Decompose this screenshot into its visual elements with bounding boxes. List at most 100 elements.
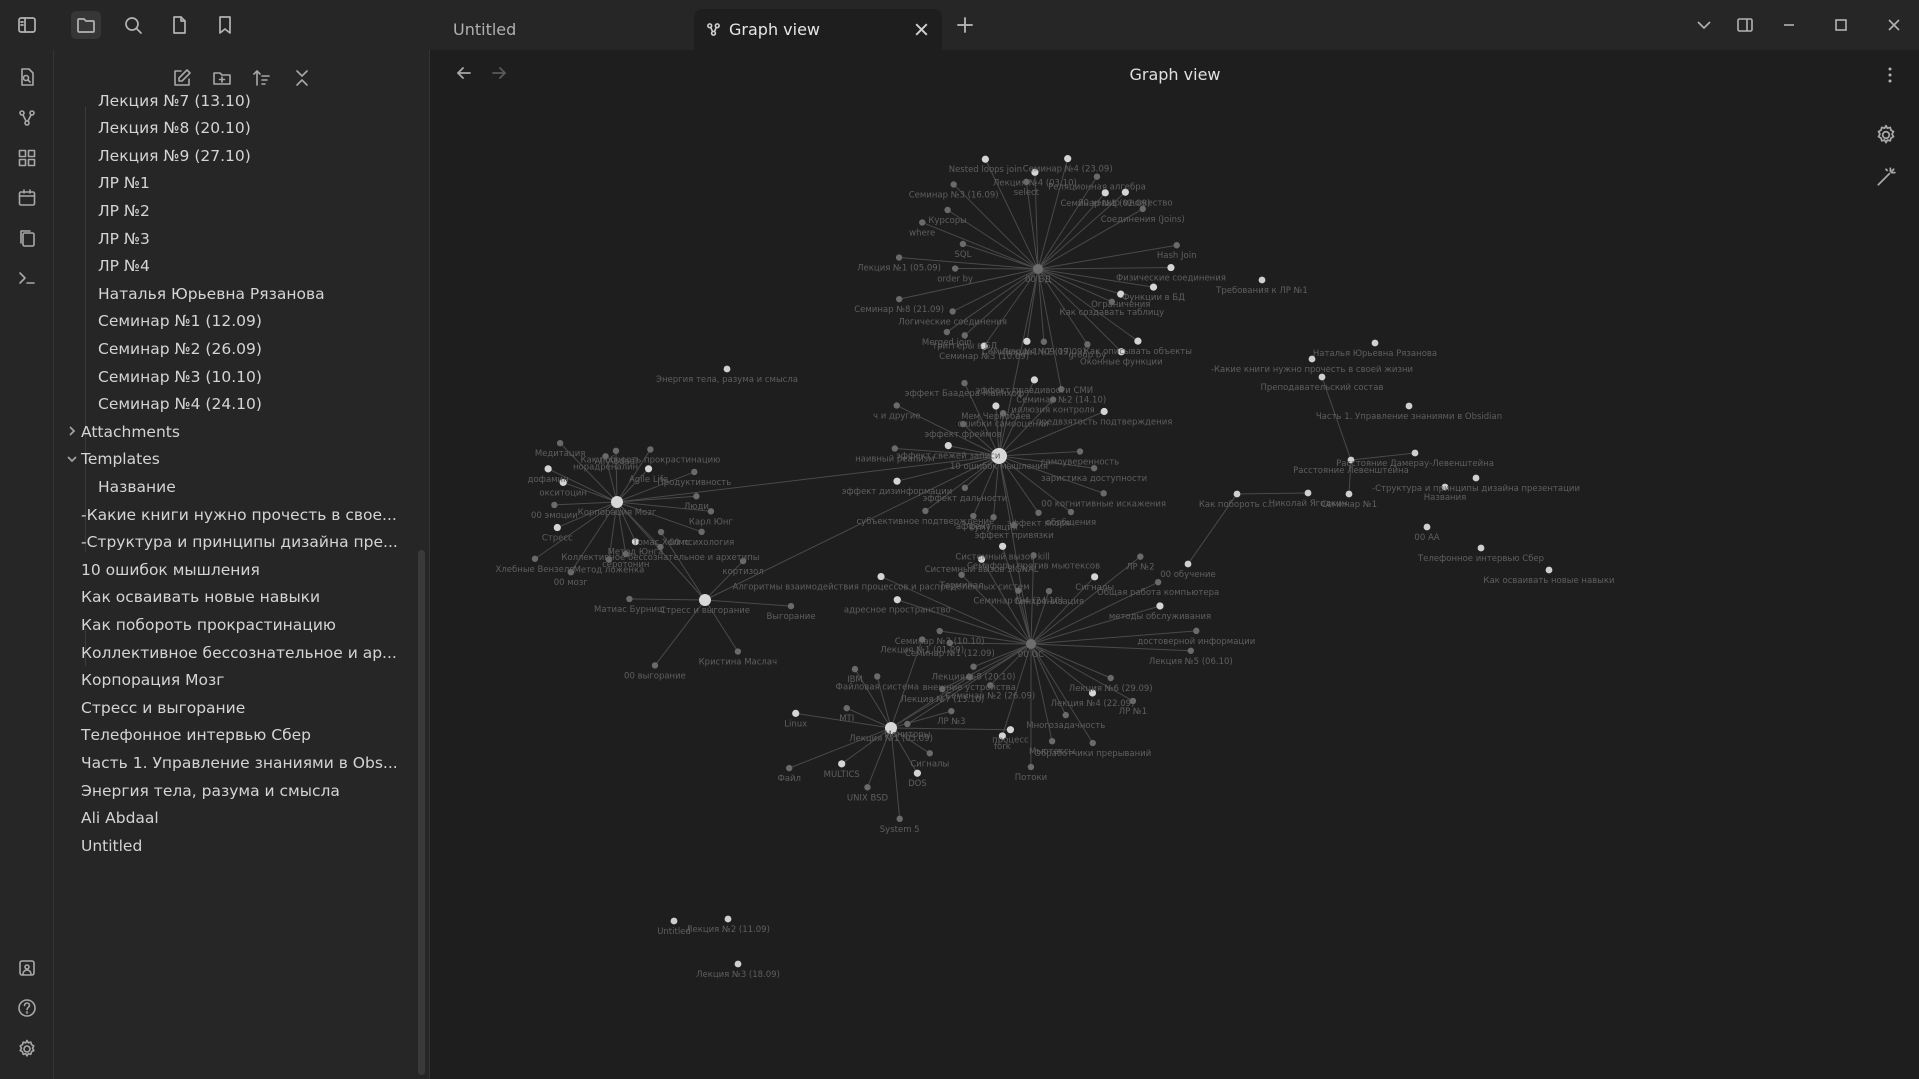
tab-untitled[interactable]: Untitled xyxy=(433,9,683,50)
new-tab-plus-icon[interactable] xyxy=(954,14,978,38)
graph-node[interactable] xyxy=(657,528,665,536)
graph-node[interactable] xyxy=(723,365,731,373)
graph-node[interactable] xyxy=(1076,448,1084,455)
close-icon[interactable] xyxy=(913,21,930,38)
graph-node[interactable] xyxy=(1027,763,1035,771)
graph-node[interactable] xyxy=(896,815,903,823)
graph-node[interactable] xyxy=(1472,474,1480,482)
file-item[interactable]: Наталья Юрьевна Рязанова xyxy=(98,280,325,307)
graph-node[interactable] xyxy=(651,662,659,669)
graph-node[interactable] xyxy=(1156,602,1164,610)
graph-node[interactable] xyxy=(1100,407,1108,416)
graph-node[interactable] xyxy=(1089,739,1096,747)
file-item[interactable]: Семинар №2 (26.09) xyxy=(98,335,262,362)
graph-node[interactable] xyxy=(699,594,711,606)
graph-node[interactable] xyxy=(944,206,951,214)
graph-node[interactable] xyxy=(1062,711,1069,719)
right-sidebar-toggle-icon[interactable] xyxy=(1732,12,1758,38)
graph-node[interactable] xyxy=(843,704,850,712)
graph-node[interactable] xyxy=(626,595,633,603)
graph-node[interactable] xyxy=(612,447,620,455)
copy-icon[interactable] xyxy=(14,225,40,251)
file-item[interactable]: Семинар №4 (24.10) xyxy=(98,391,262,418)
graph-node[interactable] xyxy=(1064,155,1072,163)
folder-item[interactable]: Templates xyxy=(67,446,160,473)
graph-node[interactable] xyxy=(961,379,968,387)
graph-node[interactable] xyxy=(1107,674,1114,682)
file-item[interactable]: ЛР №2 xyxy=(98,197,150,224)
canvas-icon[interactable] xyxy=(14,145,40,171)
graph-node[interactable] xyxy=(787,602,795,610)
graph-node[interactable] xyxy=(544,465,552,473)
graph-node[interactable] xyxy=(913,769,921,777)
graph-node[interactable] xyxy=(551,501,558,509)
tab-graph-view[interactable]: Graph view xyxy=(694,9,942,50)
chevron-down-icon[interactable] xyxy=(65,452,79,466)
file-item[interactable]: Как побороть прокрастинацию xyxy=(81,611,336,638)
graph-node[interactable] xyxy=(895,254,903,261)
graph-node[interactable] xyxy=(698,528,705,536)
graph-node[interactable] xyxy=(734,960,742,968)
graph-node[interactable] xyxy=(838,760,846,768)
minimize-icon[interactable] xyxy=(1776,12,1802,38)
graph-node[interactable] xyxy=(959,240,967,248)
chevron-down-icon[interactable] xyxy=(1691,12,1717,38)
graph-node[interactable] xyxy=(1091,573,1099,581)
graph-node[interactable] xyxy=(895,295,903,303)
graph-node[interactable] xyxy=(919,219,926,226)
graph-node[interactable] xyxy=(1371,339,1379,347)
graph-node[interactable] xyxy=(556,439,564,447)
graph-node[interactable] xyxy=(1030,376,1039,384)
file-item[interactable]: 10 ошибок мышления xyxy=(81,556,260,583)
sort-icon[interactable] xyxy=(248,64,276,92)
graph-node[interactable] xyxy=(1026,639,1036,649)
graph-node[interactable] xyxy=(992,402,1000,410)
vault-switcher-icon[interactable] xyxy=(14,955,40,981)
window-close-icon[interactable] xyxy=(1881,12,1907,38)
graph-node[interactable] xyxy=(1045,587,1053,595)
file-item[interactable]: Семинар №3 (10.10) xyxy=(98,363,262,390)
graph-node[interactable] xyxy=(1184,560,1192,568)
bookmark-icon[interactable] xyxy=(210,11,240,39)
file-item[interactable]: Телефонное интервью Сбер xyxy=(81,722,311,749)
graph-node[interactable] xyxy=(948,707,955,715)
file-item[interactable]: Семинар №1 (12.09) xyxy=(98,308,262,335)
help-icon[interactable] xyxy=(14,995,40,1021)
file-item[interactable]: ЛР №1 xyxy=(98,170,150,197)
graph-node[interactable] xyxy=(1035,509,1042,516)
collapse-all-icon[interactable] xyxy=(288,64,316,92)
graph-node[interactable] xyxy=(936,627,943,635)
graph-settings-gear-icon[interactable] xyxy=(1875,124,1901,150)
graph-node[interactable] xyxy=(999,542,1007,550)
file-item[interactable]: -Какие книги нужно прочесть в свое... xyxy=(81,501,397,528)
graph-node[interactable] xyxy=(922,507,929,515)
file-item[interactable]: Лекция №8 (20.10) xyxy=(98,115,251,142)
graph-node[interactable] xyxy=(1137,553,1144,560)
graph-node[interactable] xyxy=(670,917,678,925)
graph-node[interactable] xyxy=(1545,566,1553,574)
file-item[interactable]: Как осваивать новые навыки xyxy=(81,584,320,611)
file-item[interactable]: ЛР №3 xyxy=(98,225,150,252)
search-icon[interactable] xyxy=(118,11,148,39)
settings-gear-icon[interactable] xyxy=(14,1036,40,1062)
chevron-right-icon[interactable] xyxy=(65,424,79,438)
graph-node[interactable] xyxy=(1149,283,1158,291)
graph-node[interactable] xyxy=(961,484,969,492)
quick-switcher-icon[interactable] xyxy=(14,64,40,90)
graph-node[interactable] xyxy=(949,308,956,315)
file-item[interactable]: Ali Abdaal xyxy=(81,805,159,832)
graph-node[interactable] xyxy=(1187,647,1195,654)
file-item[interactable]: Часть 1. Управление знаниями в Obs... xyxy=(81,749,398,776)
graph-node[interactable] xyxy=(970,663,977,670)
graph-node[interactable] xyxy=(611,496,623,508)
graph-node[interactable] xyxy=(1006,726,1015,734)
graph-node[interactable] xyxy=(1134,337,1142,345)
graph-node[interactable] xyxy=(1173,242,1180,249)
files-icon[interactable] xyxy=(71,11,101,39)
graph-node[interactable] xyxy=(786,764,793,772)
file-item[interactable]: Лекция №9 (27.10) xyxy=(98,142,251,169)
maximize-icon[interactable] xyxy=(1828,12,1854,38)
graph-node[interactable] xyxy=(874,673,881,680)
graph-node[interactable] xyxy=(1233,490,1241,498)
graph-node[interactable] xyxy=(553,523,561,532)
